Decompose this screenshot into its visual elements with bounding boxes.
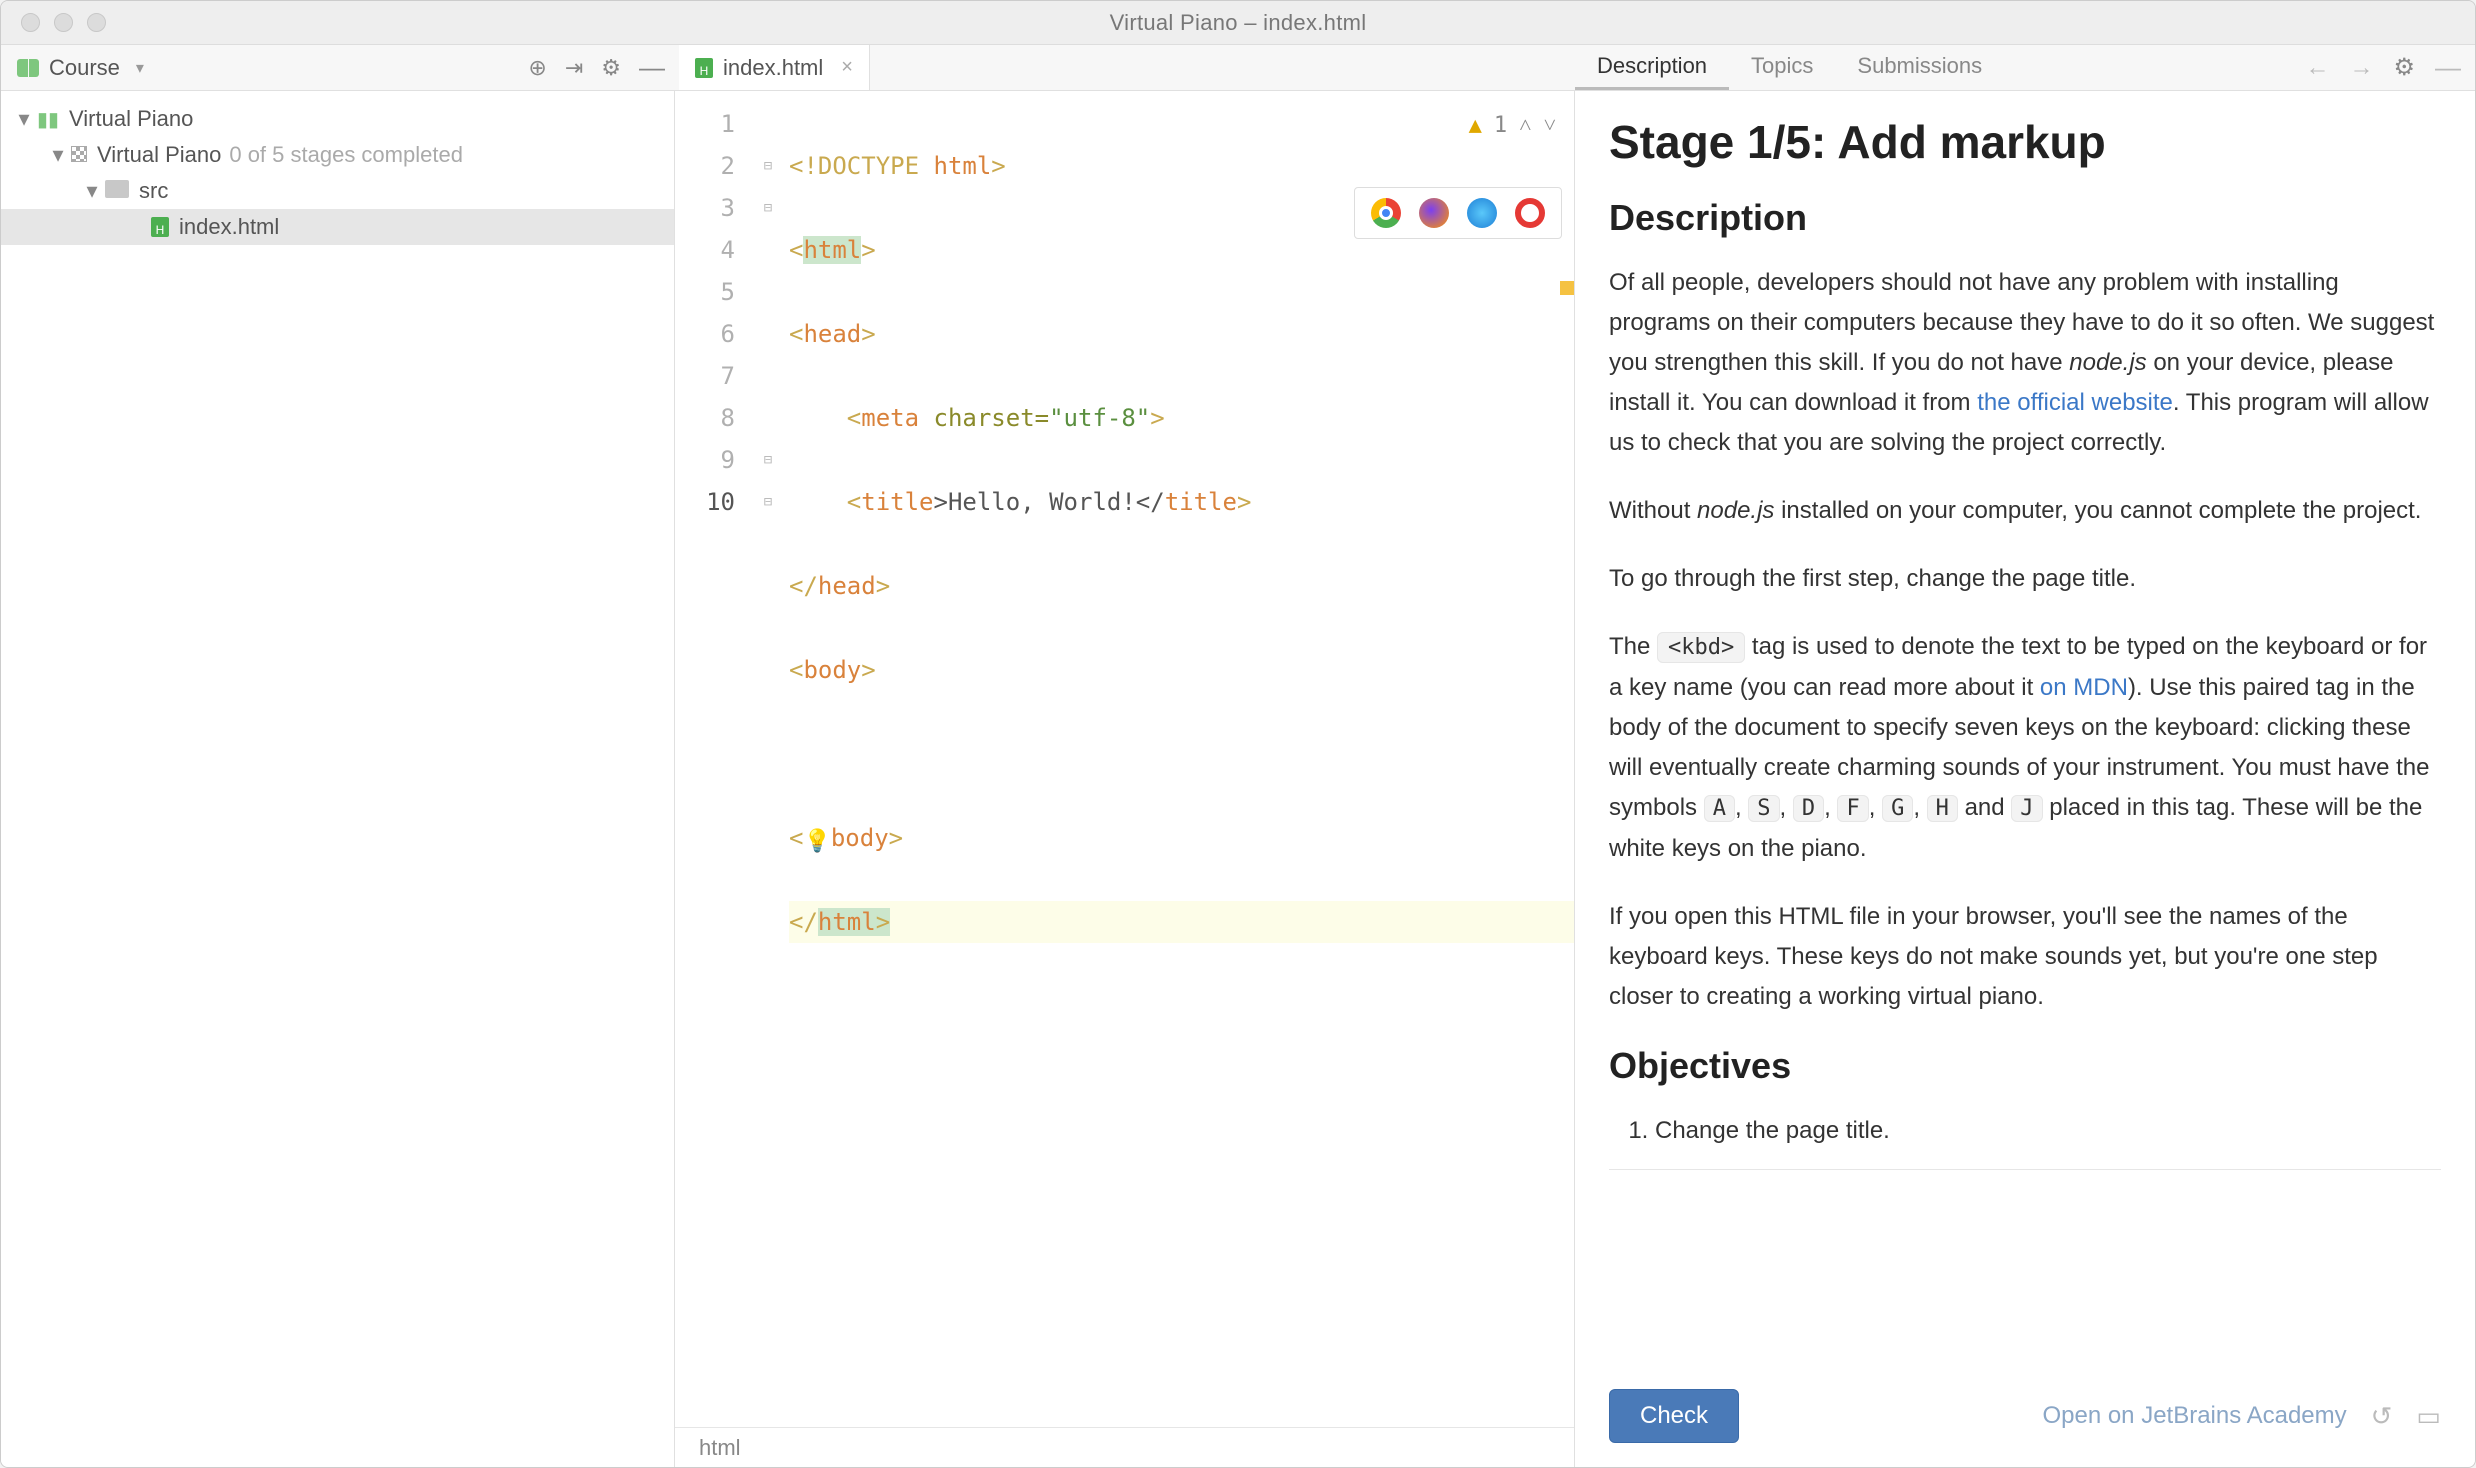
hide-panel-icon[interactable]: — xyxy=(639,52,665,83)
objective-item: Change the page title. xyxy=(1655,1111,2441,1151)
editor-tab[interactable]: H index.html × xyxy=(679,45,870,90)
window-title: Virtual Piano – index.html xyxy=(1,10,2475,36)
book-icon xyxy=(17,59,39,77)
check-button[interactable]: Check xyxy=(1609,1389,1739,1443)
fold-column[interactable]: ⊟⊟⊟⊟ xyxy=(753,91,783,1427)
code-content[interactable]: <!DOCTYPE html> <html> <head> <meta char… xyxy=(783,91,1574,1427)
gear-icon[interactable]: ⚙ xyxy=(601,55,621,81)
undo-icon[interactable]: ↺ xyxy=(2371,1401,2393,1432)
panel-gear-icon[interactable]: ⚙ xyxy=(2393,53,2415,82)
hide-right-panel-icon[interactable]: — xyxy=(2435,52,2461,83)
mdn-link[interactable]: on MDN xyxy=(2040,674,2128,701)
html-file-icon: H xyxy=(695,58,713,78)
tree-folder-src[interactable]: ▾ src xyxy=(1,173,674,209)
firefox-icon[interactable] xyxy=(1419,198,1449,228)
opera-icon[interactable] xyxy=(1515,198,1545,228)
module-icon xyxy=(71,142,87,168)
warning-icon: ▲ xyxy=(1469,105,1482,147)
breadcrumb[interactable]: html xyxy=(675,1427,1574,1467)
chevron-down-icon[interactable]: ˅ xyxy=(1544,105,1556,147)
tree-file-index[interactable]: H index.html xyxy=(1,209,674,245)
tree-module[interactable]: ▾ Virtual Piano 0 of 5 stages completed xyxy=(1,137,674,173)
chevron-down-icon: ▾ xyxy=(136,58,144,78)
prev-icon[interactable]: ← xyxy=(2305,54,2329,82)
module-name: Virtual Piano xyxy=(97,142,221,168)
close-tab-icon[interactable]: × xyxy=(841,56,853,79)
tree-project-root[interactable]: ▾ ▮▮ Virtual Piano xyxy=(1,101,674,137)
description-heading: Description xyxy=(1609,197,2441,239)
official-website-link[interactable]: the official website xyxy=(1977,389,2173,416)
tab-submissions[interactable]: Submissions xyxy=(1835,45,2004,90)
html-file-icon: H xyxy=(151,217,169,237)
book-icon: ▮▮ xyxy=(37,107,59,132)
desc-paragraph: The <kbd> tag is used to denote the text… xyxy=(1609,627,2441,869)
course-dropdown[interactable]: Course ▾ xyxy=(11,51,150,85)
collapse-icon[interactable]: ⇥ xyxy=(565,55,583,81)
chevron-down-icon[interactable]: ▾ xyxy=(11,106,37,132)
inspection-badge[interactable]: ▲ 1 ˄ ˅ xyxy=(1469,105,1556,147)
project-tree: ▾ ▮▮ Virtual Piano ▾ Virtual Piano 0 of … xyxy=(1,91,675,1467)
comment-icon[interactable]: ▭ xyxy=(2416,1401,2441,1432)
desc-paragraph: Without node.js installed on your comput… xyxy=(1609,491,2441,531)
line-gutter: 1 2 3 4 5 6 7 8 9 10 xyxy=(675,91,753,1427)
intention-bulb-icon[interactable]: 💡 xyxy=(803,829,830,854)
objectives-heading: Objectives xyxy=(1609,1045,2441,1087)
folder-name: src xyxy=(139,178,168,204)
desc-paragraph: If you open this HTML file in your brows… xyxy=(1609,897,2441,1017)
tab-topics[interactable]: Topics xyxy=(1729,45,1835,90)
scrollbar-marker xyxy=(1560,281,1574,295)
file-name: index.html xyxy=(179,214,279,240)
warning-count: 1 xyxy=(1494,105,1507,147)
target-icon[interactable]: ⊕ xyxy=(528,55,546,81)
task-panel: Stage 1/5: Add markup Description Of all… xyxy=(1575,91,2475,1467)
desc-paragraph: Of all people, developers should not hav… xyxy=(1609,263,2441,463)
chevron-down-icon[interactable]: ▾ xyxy=(79,178,105,204)
titlebar: Virtual Piano – index.html xyxy=(1,1,2475,45)
safari-icon[interactable] xyxy=(1467,198,1497,228)
chevron-up-icon[interactable]: ˄ xyxy=(1519,105,1531,147)
next-icon[interactable]: → xyxy=(2349,54,2373,82)
project-name: Virtual Piano xyxy=(69,106,193,132)
chrome-icon[interactable] xyxy=(1371,198,1401,228)
open-in-browser-bar xyxy=(1354,187,1562,239)
desc-paragraph: To go through the first step, change the… xyxy=(1609,559,2441,599)
tab-label: index.html xyxy=(723,55,823,81)
code-editor[interactable]: 1 2 3 4 5 6 7 8 9 10 ⊟⊟⊟⊟ <!DOCTYPE html… xyxy=(675,91,1575,1467)
chevron-down-icon[interactable]: ▾ xyxy=(45,142,71,168)
course-label: Course xyxy=(49,55,120,81)
stages-status: 0 of 5 stages completed xyxy=(229,142,463,168)
toolbar: Course ▾ ⊕ ⇥ ⚙ — H index.html × Descript… xyxy=(1,45,2475,91)
folder-icon xyxy=(105,178,129,204)
tab-description[interactable]: Description xyxy=(1575,45,1729,90)
stage-title: Stage 1/5: Add markup xyxy=(1609,115,2441,169)
open-academy-link[interactable]: Open on JetBrains Academy xyxy=(2042,1402,2346,1430)
objectives-list: Change the page title. xyxy=(1609,1111,2441,1151)
